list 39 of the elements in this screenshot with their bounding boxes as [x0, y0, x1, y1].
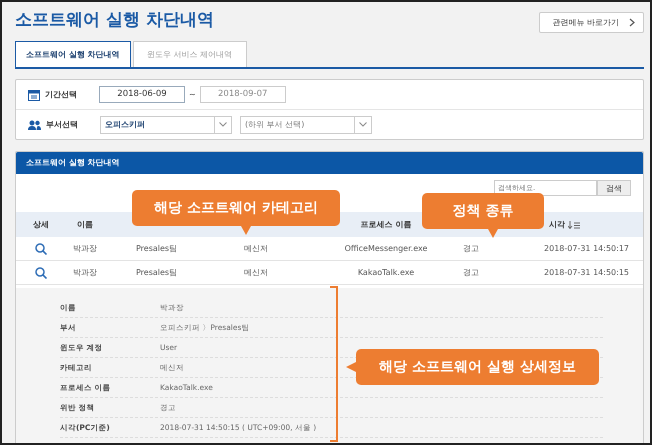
- table-cell: OfficeMessenger.exe: [344, 244, 428, 253]
- table-cell: 메신저: [244, 243, 268, 254]
- column-header: 이름: [77, 219, 93, 230]
- chevron-right-icon: [629, 18, 635, 27]
- department-label: 부서선택: [46, 119, 79, 130]
- callout: 해당 소프트웨어 카테고리: [132, 190, 340, 235]
- sort-icon[interactable]: [568, 220, 580, 228]
- table-cell: 박과장: [73, 267, 97, 278]
- calendar-icon: [28, 88, 40, 100]
- date-separator: ~: [189, 90, 196, 99]
- callout: 해당 소프트웨어 실행 상세정보: [346, 349, 599, 385]
- table-cell: 경고: [463, 267, 479, 278]
- table-cell: 메신저: [244, 267, 268, 278]
- period-label: 기간선택: [45, 89, 78, 100]
- page-title: 소프트웨어 실행 차단내역: [15, 9, 214, 31]
- end-date-field[interactable]: 2018-09-07: [200, 86, 286, 103]
- sub-department-select[interactable]: (하위 부서 선택): [240, 116, 372, 134]
- start-date-field[interactable]: 2018-06-09: [99, 86, 185, 103]
- callout: 정책 종류: [422, 193, 544, 238]
- table-cell: 2018-07-31 14:50:15: [544, 268, 629, 277]
- caret-icon: [219, 122, 227, 127]
- panel-title: 소프트웨어 실행 차단내역: [26, 158, 120, 167]
- tab[interactable]: 소프트웨어 실행 차단내역: [15, 41, 131, 67]
- search-button[interactable]: 검색: [597, 180, 631, 196]
- table-cell: 2018-07-31 14:50:17: [544, 244, 629, 253]
- table-cell: KakaoTalk.exe: [358, 268, 414, 277]
- table-cell: 박과장: [73, 243, 97, 254]
- column-header: 상세: [33, 219, 49, 230]
- caret-icon: [359, 122, 367, 127]
- related-menu-button[interactable]: 관련메뉴 바로가기: [539, 12, 644, 33]
- search-icon[interactable]: [35, 242, 47, 254]
- table-cell: 경고: [463, 243, 479, 254]
- search-icon[interactable]: [35, 266, 47, 278]
- column-header: 시각: [549, 219, 565, 230]
- department-select[interactable]: 오피스키퍼: [100, 116, 232, 134]
- column-header: 프로세스 이름: [360, 219, 412, 230]
- table-cell: Presales팀: [136, 267, 178, 278]
- table-cell: Presales팀: [136, 243, 178, 254]
- users-icon: [28, 120, 41, 130]
